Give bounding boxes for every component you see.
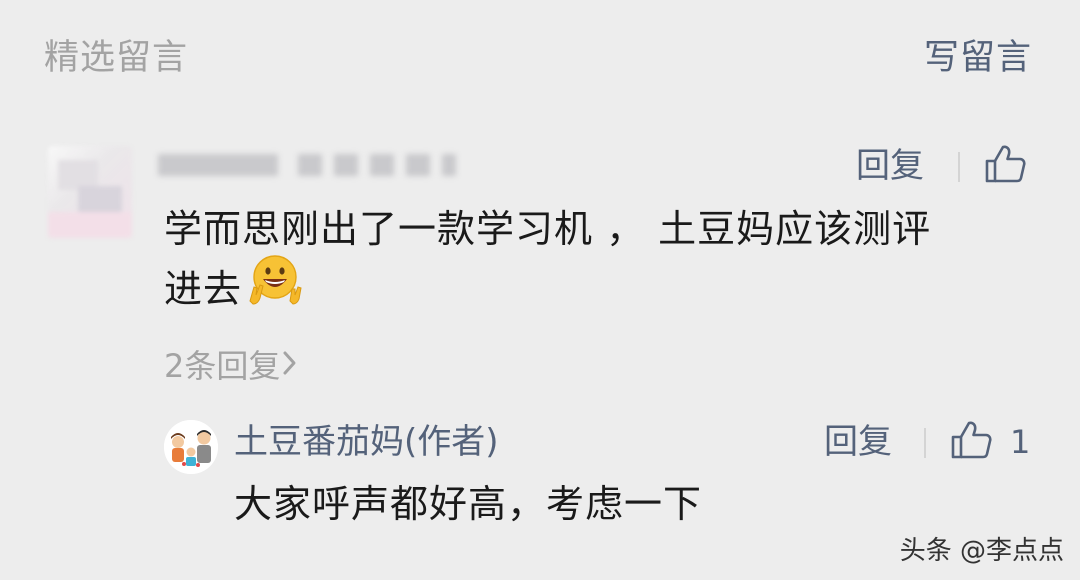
comment-text: 学而思刚出了一款学习机 ， 土豆妈应该测评 进去 [164,200,1044,324]
view-replies-link[interactable]: 2条回复 [164,346,298,386]
comment-reply-button[interactable]: 回复 [856,146,924,186]
watermark: 头条 @李点点 [899,536,1064,566]
commenter-avatar[interactable] [48,146,132,238]
chevron-right-icon [282,346,298,386]
author-name: 土豆番茄妈(作者) [234,422,499,462]
author-reply-text: 大家呼声都好高，考虑一下 [234,482,703,526]
comment-text-line2-label: 进去 [164,267,243,311]
comment-divider [958,152,960,182]
write-comment-button[interactable]: 写留言 [924,36,1032,80]
author-reply-button[interactable]: 回复 [824,422,892,462]
author-divider [924,428,926,458]
commenter-nickname-blurred [158,148,458,182]
comment-text-line2: 进去 [164,255,1044,324]
header-title: 精选留言 [44,38,189,78]
like-icon[interactable] [984,144,1026,188]
author-like-icon[interactable] [950,420,992,464]
view-replies-label: 2条回复 [164,347,281,385]
author-avatar[interactable] [164,420,218,474]
author-like-count: 1 [1010,423,1031,461]
grinning-peace-emoji-icon [246,251,302,324]
